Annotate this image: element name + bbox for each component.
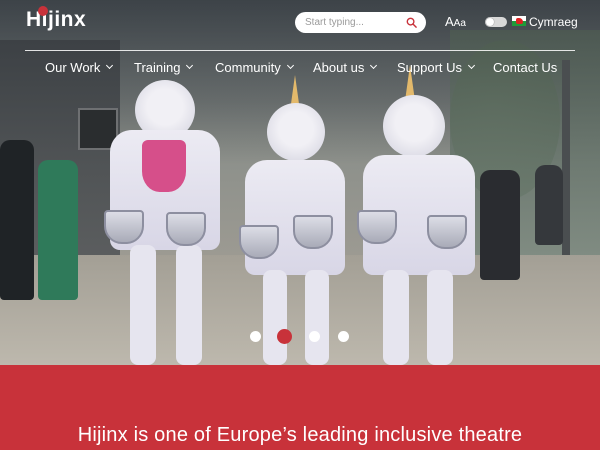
- performer-unicorn: [235, 75, 355, 365]
- carousel-dot-2[interactable]: [277, 329, 292, 344]
- logo[interactable]: Hijinx: [26, 8, 86, 32]
- nav-item-label: Community: [215, 59, 281, 75]
- toggle-switch[interactable]: [485, 17, 507, 27]
- welsh-flag-icon: [512, 16, 526, 26]
- performer-unicorn: [355, 65, 485, 365]
- logo-dot-mark: [38, 6, 48, 16]
- nav-item-label: Contact Us: [493, 59, 558, 75]
- nav-item-about-us[interactable]: About us: [313, 58, 378, 76]
- nav-item-our-work[interactable]: Our Work: [45, 58, 114, 76]
- search-icon[interactable]: [406, 17, 417, 28]
- chevron-down-icon: [186, 61, 194, 70]
- font-size-large-label: A: [445, 14, 454, 29]
- nav-item-training[interactable]: Training: [134, 58, 194, 76]
- font-size-icon[interactable]: AAa: [445, 14, 466, 29]
- chevron-down-icon: [468, 61, 476, 70]
- carousel-dot-1[interactable]: [250, 331, 261, 342]
- nav-item-label: Support Us: [397, 59, 463, 75]
- nav-item-label: Our Work: [45, 59, 101, 75]
- bystander: [480, 170, 520, 280]
- chevron-down-icon: [106, 61, 114, 70]
- toggle-knob: [486, 18, 494, 26]
- nav-item-community[interactable]: Community: [215, 58, 294, 76]
- chevron-down-icon: [370, 61, 378, 70]
- nav-item-support-us[interactable]: Support Us: [397, 58, 476, 76]
- intro-headline: Hijinx is one of Europe’s leading inclus…: [77, 424, 523, 446]
- header-divider: [25, 50, 575, 51]
- hero-pole: [562, 60, 570, 270]
- search-input[interactable]: [305, 15, 400, 30]
- nav-item-label: About us: [313, 59, 365, 75]
- bystander: [535, 165, 563, 245]
- hero-carousel: [0, 0, 600, 365]
- chevron-down-icon: [286, 61, 294, 70]
- search-box[interactable]: [295, 12, 426, 33]
- font-size-small-label: Aa: [453, 18, 466, 29]
- carousel-dot-4[interactable]: [338, 331, 349, 342]
- bystander: [0, 140, 34, 300]
- nav-item-label: Training: [134, 59, 181, 75]
- nav-item-contact-us[interactable]: Contact Us: [493, 58, 557, 76]
- performer-unicorn: [100, 70, 230, 365]
- bystander: [38, 160, 78, 300]
- carousel-dot-3[interactable]: [309, 331, 320, 342]
- language-switch-link[interactable]: Cymraeg: [529, 15, 578, 29]
